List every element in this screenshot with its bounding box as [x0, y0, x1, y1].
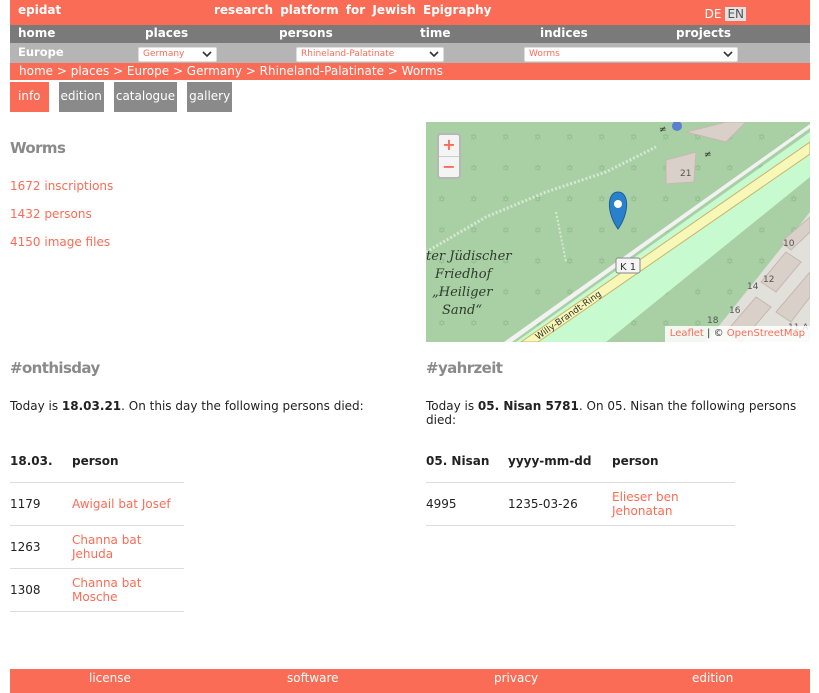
yahrzeit-intro: Today is 05. Nisan 5781. On 05. Nisan th…: [426, 399, 797, 427]
person-link[interactable]: Elieser ben Jehonatan: [612, 482, 735, 526]
nav-home[interactable]: home: [18, 26, 55, 40]
svg-text:14: 14: [747, 282, 759, 292]
tagline: research platform for Jewish Epigraphy: [214, 3, 492, 17]
column-header-hebrew-date: 05. Nisan: [426, 440, 508, 483]
person-link[interactable]: Channa bat Mosche: [72, 568, 184, 612]
image-files-link[interactable]: 4150 image files: [10, 235, 110, 249]
svg-text:10: 10: [783, 239, 795, 249]
year-cell: 1179: [10, 482, 72, 526]
footer: license software privacy edition: [10, 669, 810, 693]
inscriptions-link[interactable]: 1672 inscriptions: [10, 179, 113, 193]
place-title: Worms: [10, 139, 66, 157]
brand-link[interactable]: epidat: [18, 3, 61, 17]
place-select[interactable]: Worms: [524, 47, 738, 62]
tab-catalogue[interactable]: catalogue: [113, 82, 178, 112]
table-row: 1308 Channa bat Mosche: [10, 568, 184, 612]
nav-places[interactable]: places: [145, 26, 188, 40]
map-attribution: Leaflet | © OpenStreetMap: [664, 326, 810, 342]
person-link[interactable]: Channa bat Jehuda: [72, 525, 184, 569]
map-label-cemetery-line-3: „Heiliger: [432, 285, 493, 300]
footer-privacy-link[interactable]: privacy: [494, 671, 538, 685]
map-road-badge: K 1: [620, 262, 636, 273]
year-cell: 1263: [10, 525, 72, 569]
state-select-value: Rhineland-Palatinate: [301, 49, 395, 59]
nav-indices[interactable]: indices: [540, 26, 588, 40]
tab-bar: info edition catalogue gallery: [10, 82, 233, 112]
onthisday-table: 18.03. person 1179 Awigail bat Josef 126…: [10, 440, 184, 612]
zoom-control: + −: [437, 133, 461, 179]
onthisday-title: #onthisday: [10, 359, 100, 377]
lang-en-link[interactable]: EN: [725, 7, 746, 21]
column-header-person: person: [612, 440, 735, 483]
place-select-value: Worms: [529, 49, 560, 59]
table-row: 1263 Channa bat Jehuda: [10, 525, 184, 569]
svg-text:18: 18: [707, 316, 719, 326]
language-switcher: DE EN: [703, 7, 746, 21]
year-cell: 4995: [426, 482, 508, 526]
map-label-cemetery-line-4: Sand“: [442, 303, 482, 318]
chevron-down-icon: [429, 51, 439, 58]
svg-text:12: 12: [763, 275, 774, 285]
onthisday-date: 18.03.21: [61, 399, 122, 413]
main-nav: home places persons time indices project…: [10, 25, 810, 43]
svg-text:21: 21: [680, 169, 691, 179]
top-bar: epidat research platform for Jewish Epig…: [10, 0, 810, 25]
attribution-separator: | ©: [707, 328, 724, 339]
chevron-down-icon: [723, 51, 733, 58]
persons-link[interactable]: 1432 persons: [10, 207, 92, 221]
country-select[interactable]: Germany: [138, 47, 217, 62]
svg-text:16: 16: [729, 306, 741, 316]
footer-software-link[interactable]: software: [287, 671, 339, 685]
tab-edition[interactable]: edition: [58, 82, 104, 112]
region-label: Europe: [18, 45, 64, 59]
zoom-out-button[interactable]: −: [439, 156, 459, 177]
footer-edition-link[interactable]: edition: [692, 671, 733, 685]
yahrzeit-date: 05. Nisan 5781: [477, 399, 579, 413]
zoom-in-button[interactable]: +: [439, 135, 459, 156]
osm-link[interactable]: OpenStreetMap: [727, 328, 805, 339]
nav-time[interactable]: time: [420, 26, 451, 40]
column-header-person: person: [72, 440, 184, 483]
map-label-cemetery-line-2: Friedhof: [434, 267, 494, 282]
location-map[interactable]: ✡ ter Jüdischer Friedhof „Heiliger Sand“…: [426, 122, 810, 342]
map-tiles: ✡ ter Jüdischer Friedhof „Heiliger Sand“…: [426, 122, 810, 342]
breadcrumb[interactable]: home > places > Europe > Germany > Rhine…: [10, 63, 810, 80]
column-header-gregorian-date: yyyy-mm-dd: [508, 440, 612, 483]
table-row: 4995 1235-03-26 Elieser ben Jehonatan: [426, 482, 735, 526]
location-select-bar: Europe Germany Rhineland-Palatinate Worm…: [10, 43, 810, 63]
person-link[interactable]: Awigail bat Josef: [72, 482, 184, 526]
map-label-cemetery-line-1: ter Jüdischer: [426, 249, 512, 264]
tab-gallery[interactable]: gallery: [187, 82, 233, 112]
date-cell: 1235-03-26: [508, 482, 612, 526]
yahrzeit-table: 05. Nisan yyyy-mm-dd person 4995 1235-03…: [426, 440, 735, 526]
nav-persons[interactable]: persons: [279, 26, 333, 40]
map-poi-icon: ≠: [659, 125, 667, 135]
yahrzeit-title: #yahrzeit: [426, 359, 503, 377]
tab-info[interactable]: info: [10, 82, 49, 112]
onthisday-intro: Today is 18.03.21. On this day the follo…: [10, 399, 364, 413]
table-row: 1179 Awigail bat Josef: [10, 482, 184, 526]
map-poi-icon: ≠: [704, 150, 712, 160]
state-select[interactable]: Rhineland-Palatinate: [296, 47, 444, 62]
footer-license-link[interactable]: license: [89, 671, 131, 685]
column-header-date: 18.03.: [10, 440, 72, 483]
chevron-down-icon: [202, 51, 212, 58]
leaflet-link[interactable]: Leaflet: [670, 328, 704, 339]
year-cell: 1308: [10, 568, 72, 612]
lang-de-link[interactable]: DE: [703, 7, 724, 21]
nav-projects[interactable]: projects: [676, 26, 731, 40]
country-select-value: Germany: [143, 49, 185, 59]
